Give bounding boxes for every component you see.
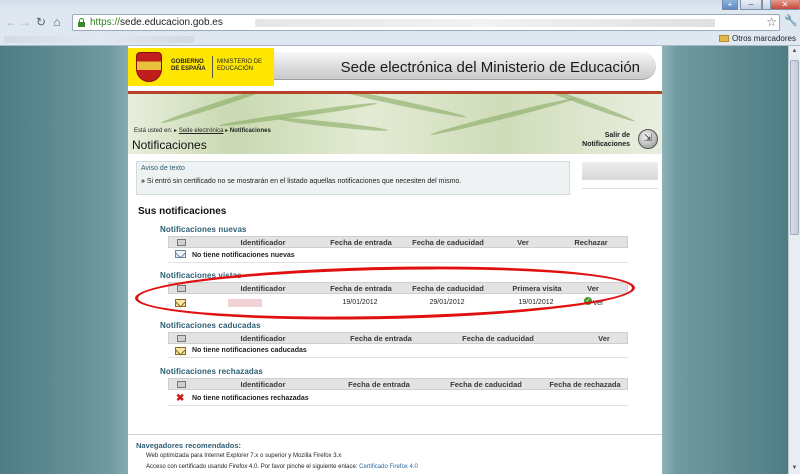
col-identificador: Identificador bbox=[240, 238, 286, 247]
banner: Está usted en: ▸ Sede electrónica ▸ Noti… bbox=[128, 94, 662, 154]
bookmarks-redacted bbox=[4, 36, 194, 43]
reject-x-icon: ✖ bbox=[176, 393, 185, 404]
footer-line-1: Web optimizada para Internet Explorer 7.… bbox=[146, 453, 342, 459]
site-header: GOBIERNO DE ESPAÑA MINISTERIO DE EDUCACI… bbox=[128, 46, 662, 92]
government-logo[interactable]: GOBIERNO DE ESPAÑA MINISTERIO DE EDUCACI… bbox=[128, 48, 274, 86]
scroll-down-icon[interactable]: ▼ bbox=[789, 463, 800, 474]
col-rechazar: Rechazar bbox=[574, 238, 608, 247]
section-title-new: Notificaciones nuevas bbox=[160, 225, 247, 234]
exit-icon[interactable]: ⇲ bbox=[638, 129, 658, 149]
firefox-cert-link[interactable]: Certificado Firefox 4.0 bbox=[359, 464, 418, 470]
wrench-icon[interactable]: 🔧 bbox=[784, 14, 798, 27]
section-title-rejected: Notificaciones rechazadas bbox=[160, 367, 263, 376]
col-fecha-entrada: Fecha de entrada bbox=[330, 238, 392, 247]
empty-message: No tiene notificaciones caducadas bbox=[192, 347, 307, 354]
col-fecha-rechazada: Fecha de rechazada bbox=[549, 380, 621, 389]
notice-heading: Aviso de texto bbox=[141, 165, 185, 172]
ministry-label: MINISTERIO DE EDUCACIÓN bbox=[217, 59, 263, 72]
forward-icon[interactable]: → bbox=[18, 14, 32, 30]
star-icon[interactable]: ☆ bbox=[766, 15, 777, 29]
table-header-new: Identificador Fecha de entrada Fecha de … bbox=[168, 236, 628, 248]
col-ver: Ver bbox=[598, 334, 610, 343]
scroll-thumb[interactable] bbox=[790, 60, 799, 235]
empty-row-rejected: ✖ No tiene notificaciones rechazadas bbox=[168, 392, 628, 406]
breadcrumb-prefix: Está usted en: bbox=[134, 128, 173, 134]
col-fecha-caducidad: Fecha de caducidad bbox=[412, 238, 484, 247]
empty-message: No tiene notificaciones nuevas bbox=[192, 252, 295, 259]
close-button[interactable]: ✕ bbox=[770, 0, 800, 10]
footer-line-2-text: Acceso con certificado usando Firefox 4.… bbox=[146, 464, 358, 470]
select-all-icon[interactable] bbox=[177, 381, 186, 388]
select-all-icon[interactable] bbox=[177, 239, 186, 246]
breadcrumb: Está usted en: ▸ Sede electrónica ▸ Noti… bbox=[134, 128, 271, 134]
footer: Navegadores recomendados: Web optimizada… bbox=[128, 434, 662, 474]
gov-label: GOBIERNO DE ESPAÑA bbox=[171, 59, 206, 72]
col-identificador: Identificador bbox=[240, 380, 286, 389]
lock-icon bbox=[78, 18, 85, 27]
site-title: Sede electrónica del Ministerio de Educa… bbox=[340, 59, 640, 76]
vertical-scrollbar[interactable]: ▲ ▼ bbox=[788, 46, 800, 474]
other-bookmarks[interactable]: Otros marcadores bbox=[718, 34, 796, 43]
back-icon[interactable]: ← bbox=[4, 14, 18, 30]
select-all-icon[interactable] bbox=[177, 335, 186, 342]
open-envelope-icon bbox=[175, 347, 186, 355]
page-title: Notificaciones bbox=[132, 138, 207, 152]
bookmarks-bar: Otros marcadores bbox=[0, 33, 800, 46]
address-bar[interactable]: https://sede.educacion.gob.es ☆ bbox=[72, 14, 780, 31]
reload-icon[interactable]: ↻ bbox=[34, 14, 48, 30]
col-fecha-caducidad: Fecha de caducidad bbox=[450, 380, 522, 389]
section-title-expired: Notificaciones caducadas bbox=[160, 321, 261, 330]
envelope-icon bbox=[175, 250, 186, 258]
notice-box: Aviso de texto Si entró sin certificado … bbox=[136, 161, 570, 195]
url-text: https://sede.educacion.gob.es bbox=[90, 17, 223, 28]
other-bookmarks-label: Otros marcadores bbox=[731, 34, 796, 43]
breadcrumb-link[interactable]: Sede electrónica bbox=[179, 128, 224, 134]
browser-chrome: + – □ ✕ ← → ↻ ⌂ https://sede.educacion.g… bbox=[0, 0, 800, 46]
notice-body: Si entró sin certificado no se mostrarán… bbox=[141, 178, 461, 185]
table-header-expired: Identificador Fecha de entrada Fecha de … bbox=[168, 332, 628, 344]
col-identificador: Identificador bbox=[240, 334, 286, 343]
coat-of-arms-icon bbox=[136, 52, 162, 82]
url-redacted bbox=[255, 19, 715, 27]
title-bar bbox=[0, 0, 800, 10]
col-ver: Ver bbox=[517, 238, 529, 247]
footer-heading: Navegadores recomendados: bbox=[136, 441, 242, 450]
side-panel bbox=[582, 162, 658, 180]
scroll-up-icon[interactable]: ▲ bbox=[789, 46, 800, 57]
minimize-button[interactable]: – bbox=[740, 0, 762, 10]
exit-notifications-button[interactable]: Salir de Notificaciones ⇲ bbox=[558, 127, 662, 154]
home-icon[interactable]: ⌂ bbox=[50, 14, 64, 30]
table-header-rejected: Identificador Fecha de entrada Fecha de … bbox=[168, 378, 628, 390]
empty-row-new: No tiene notificaciones nuevas bbox=[168, 249, 628, 263]
title-band: Sede electrónica del Ministerio de Educa… bbox=[274, 52, 656, 80]
col-fecha-entrada: Fecha de entrada bbox=[348, 380, 410, 389]
breadcrumb-current: Notificaciones bbox=[229, 128, 271, 134]
col-fecha-entrada: Fecha de entrada bbox=[350, 334, 412, 343]
notifications-heading: Sus notificaciones bbox=[138, 206, 227, 217]
empty-message: No tiene notificaciones rechazadas bbox=[192, 395, 309, 402]
col-fecha-caducidad: Fecha de caducidad bbox=[462, 334, 534, 343]
new-tab-button[interactable]: + bbox=[722, 0, 738, 10]
exit-label: Salir de Notificaciones bbox=[582, 132, 630, 148]
folder-icon bbox=[718, 35, 729, 42]
footer-line-2: Acceso con certificado usando Firefox 4.… bbox=[146, 464, 418, 470]
empty-row-expired: No tiene notificaciones caducadas bbox=[168, 344, 628, 358]
